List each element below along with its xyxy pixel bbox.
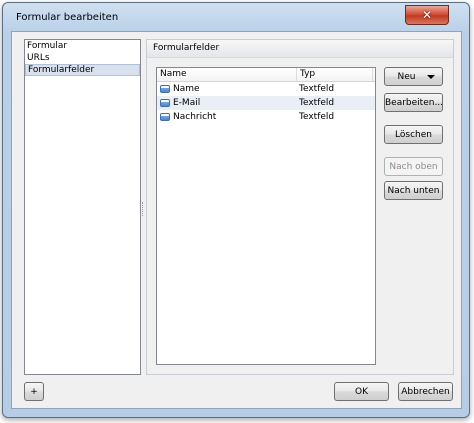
window-title: Formular bearbeiten: [16, 12, 119, 23]
chevron-down-icon: [427, 75, 435, 79]
table-row[interactable]: E-Mail Textfeld: [157, 96, 375, 110]
panel-title: Formularfelder: [147, 40, 453, 58]
delete-button[interactable]: Löschen: [384, 125, 443, 144]
ok-button[interactable]: OK: [334, 382, 389, 401]
new-button-label: Neu: [397, 72, 416, 82]
add-button[interactable]: +: [24, 382, 44, 401]
close-button[interactable]: ✕: [405, 5, 449, 25]
column-header-name[interactable]: Name: [157, 68, 297, 81]
table-header: Name Typ: [157, 68, 375, 82]
move-up-button[interactable]: Nach oben: [384, 157, 443, 176]
sidebar-list[interactable]: Formular URLs Formularfelder: [24, 39, 141, 375]
field-name: E-Mail: [173, 98, 201, 108]
textfield-icon: [160, 85, 170, 93]
title-bar[interactable]: Formular bearbeiten ✕: [3, 3, 469, 31]
dialog-window: Formular bearbeiten ✕ Formular URLs Form…: [2, 2, 470, 418]
fields-panel: Formularfelder Name Typ Name Textfeld E-…: [146, 39, 454, 375]
close-icon: ✕: [421, 8, 433, 22]
table-row[interactable]: Nachricht Textfeld: [157, 110, 375, 124]
field-name: Nachricht: [173, 112, 217, 122]
textfield-icon: [160, 113, 170, 121]
field-type: Textfeld: [299, 84, 335, 94]
table-row[interactable]: Name Textfeld: [157, 82, 375, 96]
cancel-button[interactable]: Abbrechen: [398, 382, 453, 401]
fields-table[interactable]: Name Typ Name Textfeld E-Mail Textfeld N…: [156, 67, 376, 365]
column-header-type[interactable]: Typ: [297, 68, 373, 81]
field-type: Textfeld: [299, 112, 335, 122]
dialog-client-area: Formular URLs Formularfelder Formularfel…: [11, 31, 462, 409]
move-down-button[interactable]: Nach unten: [384, 181, 443, 200]
sidebar-item-formular[interactable]: Formular: [25, 40, 140, 52]
dialog-footer: + OK Abbrechen: [12, 378, 461, 408]
sidebar-item-formularfelder[interactable]: Formularfelder: [25, 64, 140, 76]
edit-button[interactable]: Bearbeiten...: [384, 93, 443, 112]
field-name: Name: [173, 84, 200, 94]
textfield-icon: [160, 99, 170, 107]
new-button[interactable]: Neu: [384, 67, 443, 86]
sidebar-item-urls[interactable]: URLs: [25, 52, 140, 64]
field-type: Textfeld: [299, 98, 335, 108]
